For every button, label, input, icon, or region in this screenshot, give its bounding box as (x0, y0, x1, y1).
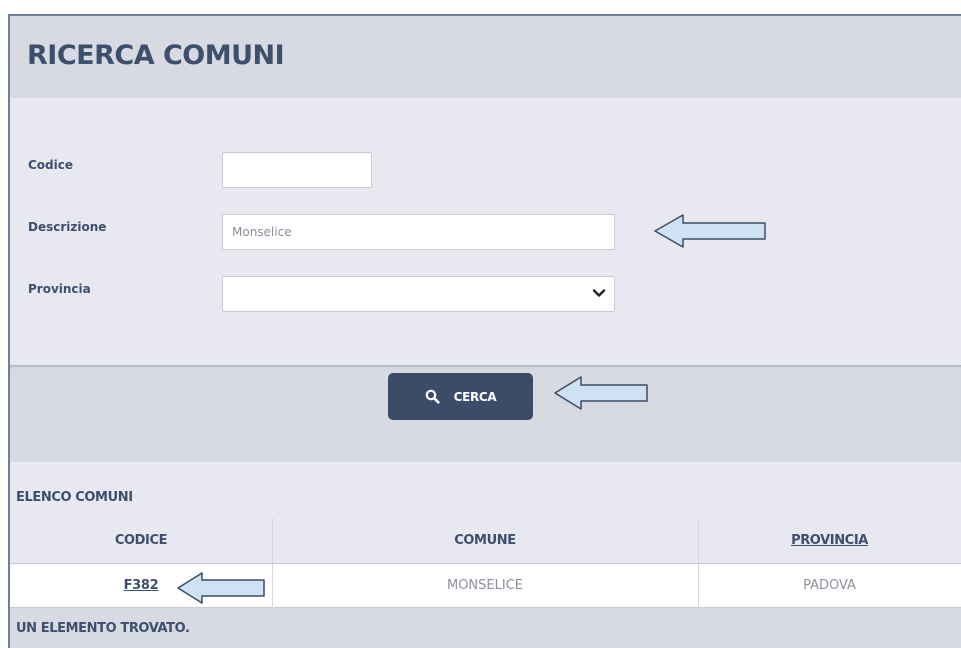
provincia-select[interactable] (222, 276, 615, 312)
codice-link[interactable]: F382 (124, 578, 159, 593)
page: RICERCA COMUNI Codice Descrizione Monsel… (0, 0, 961, 648)
codice-label: Codice (28, 158, 74, 172)
search-button-label: CERCA (453, 389, 497, 404)
cell-provincia: PADOVA (803, 578, 856, 593)
provincia-label: Provincia (28, 282, 91, 296)
column-header-provincia[interactable]: PROVINCIA (698, 518, 961, 563)
arrow-left-icon (554, 376, 648, 410)
codice-input[interactable] (222, 152, 372, 188)
results-title: ELENCO COMUNI (16, 490, 133, 505)
chevron-down-icon (592, 289, 606, 297)
search-icon (425, 389, 440, 404)
window-border-left (8, 14, 10, 648)
column-header-comune: COMUNE (454, 533, 516, 548)
arrow-left-icon (654, 214, 766, 248)
cell-comune: MONSELICE (446, 578, 523, 593)
descrizione-label: Descrizione (28, 220, 107, 234)
column-header-codice: CODICE (114, 533, 168, 548)
search-button[interactable]: CERCA (388, 373, 533, 420)
page-title: RICERCA COMUNI (27, 40, 285, 71)
arrow-left-icon (177, 572, 265, 604)
descrizione-input[interactable]: Monselice (222, 214, 615, 250)
results-count: UN ELEMENTO TROVATO. (16, 621, 190, 636)
